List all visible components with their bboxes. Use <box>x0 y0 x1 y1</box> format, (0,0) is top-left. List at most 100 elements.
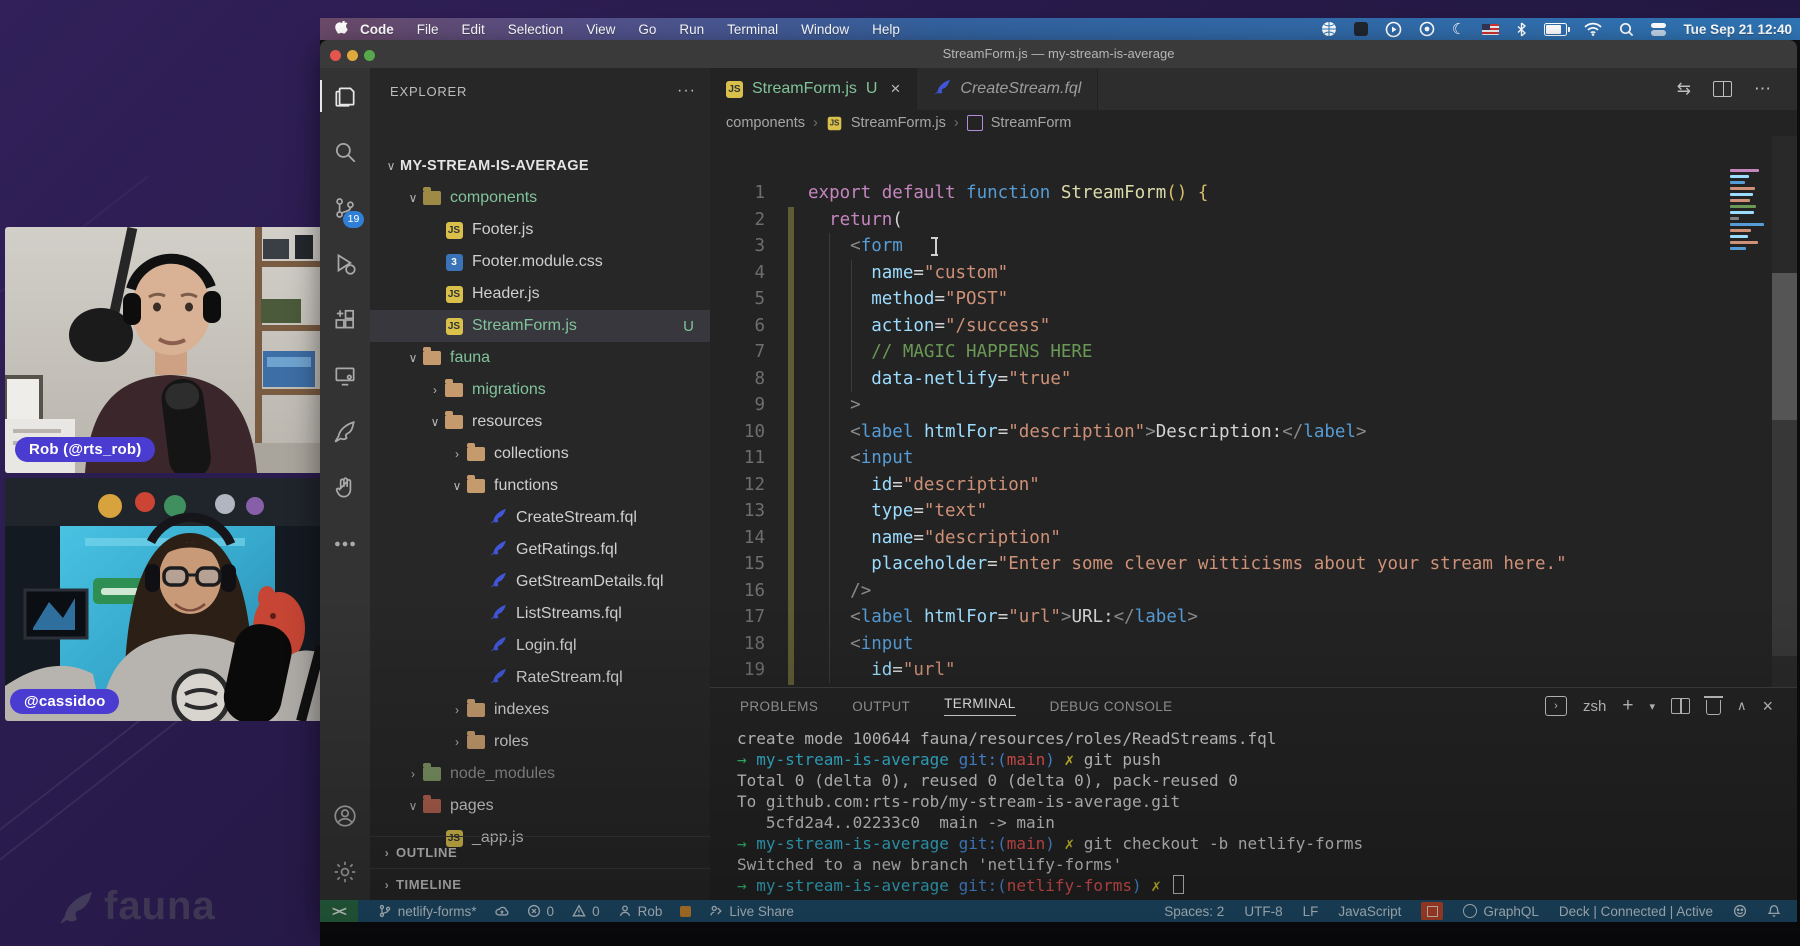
menu-item-view[interactable]: View <box>586 22 615 37</box>
menubar-app-icon[interactable] <box>1354 22 1368 36</box>
menu-item-code[interactable]: Code <box>360 22 394 37</box>
new-terminal-icon[interactable]: + <box>1622 695 1633 717</box>
status-person-item[interactable]: Rob <box>618 904 663 919</box>
fauna-bird-activity-icon[interactable] <box>320 404 370 460</box>
battery-icon[interactable] <box>1544 23 1567 36</box>
panel-tab-problems[interactable]: PROBLEMS <box>740 699 818 714</box>
editor-more-icon[interactable]: ⋯ <box>1754 79 1771 99</box>
play-circle-icon[interactable] <box>1385 21 1402 38</box>
tree-item-collections[interactable]: ›collections <box>370 438 710 470</box>
control-center-icon[interactable] <box>1651 23 1666 36</box>
status-error-item[interactable]: 0 <box>527 904 555 919</box>
sidebar-section-timeline[interactable]: ›TIMELINE <box>370 868 710 900</box>
status-lf-item[interactable]: LF <box>1303 904 1319 919</box>
tree-item-migrations[interactable]: ›migrations <box>370 374 710 406</box>
close-panel-icon[interactable]: × <box>1762 696 1773 717</box>
status-utf-item[interactable]: UTF-8 <box>1244 904 1282 919</box>
editor-tab-streamform-js[interactable]: JSStreamForm.jsU× <box>710 68 917 110</box>
sidebar-section-outline[interactable]: ›OUTLINE <box>370 836 710 868</box>
wifi-icon[interactable] <box>1584 22 1602 36</box>
menu-bar-clock[interactable]: Tue Sep 21 12:40 <box>1683 22 1792 37</box>
bluetooth-icon[interactable] <box>1516 22 1527 37</box>
maximize-panel-icon[interactable]: ∧ <box>1737 698 1747 714</box>
status-extbadge-item[interactable] <box>1421 902 1443 920</box>
split-terminal-icon[interactable] <box>1671 698 1690 714</box>
status-javascript-item[interactable]: JavaScript <box>1338 904 1401 919</box>
panel-tab-output[interactable]: OUTPUT <box>852 699 910 714</box>
status-orange-item[interactable] <box>680 906 691 917</box>
tree-item-getratings-fql[interactable]: GetRatings.fql <box>370 534 710 566</box>
tree-item-pages[interactable]: ∨pages <box>370 790 710 822</box>
panel-tab-debug-console[interactable]: DEBUG CONSOLE <box>1050 699 1173 714</box>
tree-item-liststreams-fql[interactable]: ListStreams.fql <box>370 598 710 630</box>
tree-item-footer-module-css[interactable]: 3Footer.module.css <box>370 246 710 278</box>
explorer-activity-icon[interactable] <box>320 68 370 124</box>
run-debug-activity-icon[interactable] <box>320 236 370 292</box>
do-not-disturb-moon-icon[interactable]: ☾ <box>1452 20 1465 38</box>
split-editor-icon[interactable] <box>1713 81 1732 97</box>
record-circle-icon[interactable] <box>1419 21 1435 37</box>
remote-indicator[interactable]: >< <box>320 900 358 922</box>
tree-item-ratestream-fql[interactable]: RateStream.fql <box>370 662 710 694</box>
terminal-launch-icon[interactable]: › <box>1545 696 1567 716</box>
tree-item-functions[interactable]: ∨functions <box>370 470 710 502</box>
account-icon[interactable] <box>320 788 370 844</box>
tree-item-login-fql[interactable]: Login.fql <box>370 630 710 662</box>
more-activity-icon[interactable] <box>320 516 370 572</box>
search-activity-icon[interactable] <box>320 124 370 180</box>
tree-item-roles[interactable]: ›roles <box>370 726 710 758</box>
minimap[interactable] <box>1730 166 1772 253</box>
globe-icon[interactable] <box>1321 21 1337 37</box>
editor-scrollbar[interactable] <box>1772 136 1797 688</box>
swap-editors-icon[interactable]: ⇆ <box>1677 79 1691 99</box>
menu-item-go[interactable]: Go <box>638 22 656 37</box>
status-branch-item[interactable]: netlify-forms* <box>378 904 477 919</box>
hand-activity-icon[interactable] <box>320 460 370 516</box>
spotlight-search-icon[interactable] <box>1619 22 1634 37</box>
terminal-output[interactable]: create mode 100644 fauna/resources/roles… <box>737 728 1777 900</box>
window-title-bar[interactable]: StreamForm.js — my-stream-is-average <box>320 40 1797 68</box>
close-tab-icon[interactable]: × <box>890 79 900 99</box>
tree-item-indexes[interactable]: ›indexes <box>370 694 710 726</box>
tree-item-components[interactable]: ∨components <box>370 182 710 214</box>
menu-item-help[interactable]: Help <box>872 22 900 37</box>
status-spaces-item[interactable]: Spaces: 2 <box>1164 904 1224 919</box>
status-smiley-item[interactable] <box>1733 904 1747 918</box>
extensions-activity-icon[interactable] <box>320 292 370 348</box>
status-deck-item[interactable]: Deck | Connected | Active <box>1559 904 1713 919</box>
menu-item-terminal[interactable]: Terminal <box>727 22 778 37</box>
menu-item-file[interactable]: File <box>417 22 439 37</box>
tree-item-getstreamdetails-fql[interactable]: GetStreamDetails.fql <box>370 566 710 598</box>
tree-item-node-modules[interactable]: ›node_modules <box>370 758 710 790</box>
breadcrumb-item[interactable]: components <box>726 115 805 131</box>
status-cloud-item[interactable] <box>495 904 509 918</box>
tree-item-createstream-fql[interactable]: CreateStream.fql <box>370 502 710 534</box>
keyboard-flag-icon[interactable] <box>1482 24 1499 35</box>
panel-tab-terminal[interactable]: TERMINAL <box>944 696 1015 716</box>
status-warning-item[interactable]: 0 <box>572 904 600 919</box>
tree-item-my-stream-is-average[interactable]: ∨MY-STREAM-IS-AVERAGE <box>370 150 710 182</box>
status-liveshare-item[interactable]: Live Share <box>709 904 794 919</box>
tree-item-resources[interactable]: ∨resources <box>370 406 710 438</box>
shell-label[interactable]: zsh <box>1583 698 1606 715</box>
source-control-activity-icon[interactable]: 19 <box>320 180 370 236</box>
tree-item-streamform-js[interactable]: JSStreamForm.jsU <box>370 310 710 342</box>
apple-menu-icon[interactable] <box>335 21 348 36</box>
tree-item-fauna[interactable]: ∨fauna <box>370 342 710 374</box>
status-gq-item[interactable]: GraphQL <box>1463 904 1539 919</box>
menu-item-edit[interactable]: Edit <box>462 22 485 37</box>
terminal-dropdown-icon[interactable]: ▾ <box>1649 700 1655 713</box>
menu-item-selection[interactable]: Selection <box>508 22 564 37</box>
kill-terminal-icon[interactable] <box>1706 700 1721 715</box>
code-editor[interactable]: 1export default function StreamForm() {2… <box>710 136 1797 688</box>
menu-item-run[interactable]: Run <box>679 22 704 37</box>
breadcrumb-item[interactable]: StreamForm <box>991 115 1072 131</box>
editor-tab-createstream-fql[interactable]: CreateStream.fql <box>917 68 1098 110</box>
status-bell-item[interactable] <box>1767 904 1781 918</box>
tree-item-header-js[interactable]: JSHeader.js <box>370 278 710 310</box>
breadcrumb-item[interactable]: StreamForm.js <box>851 115 946 131</box>
menu-item-window[interactable]: Window <box>801 22 849 37</box>
explorer-more-icon[interactable]: ··· <box>677 82 696 100</box>
settings-gear-icon[interactable] <box>320 844 370 900</box>
tree-item-footer-js[interactable]: JSFooter.js <box>370 214 710 246</box>
